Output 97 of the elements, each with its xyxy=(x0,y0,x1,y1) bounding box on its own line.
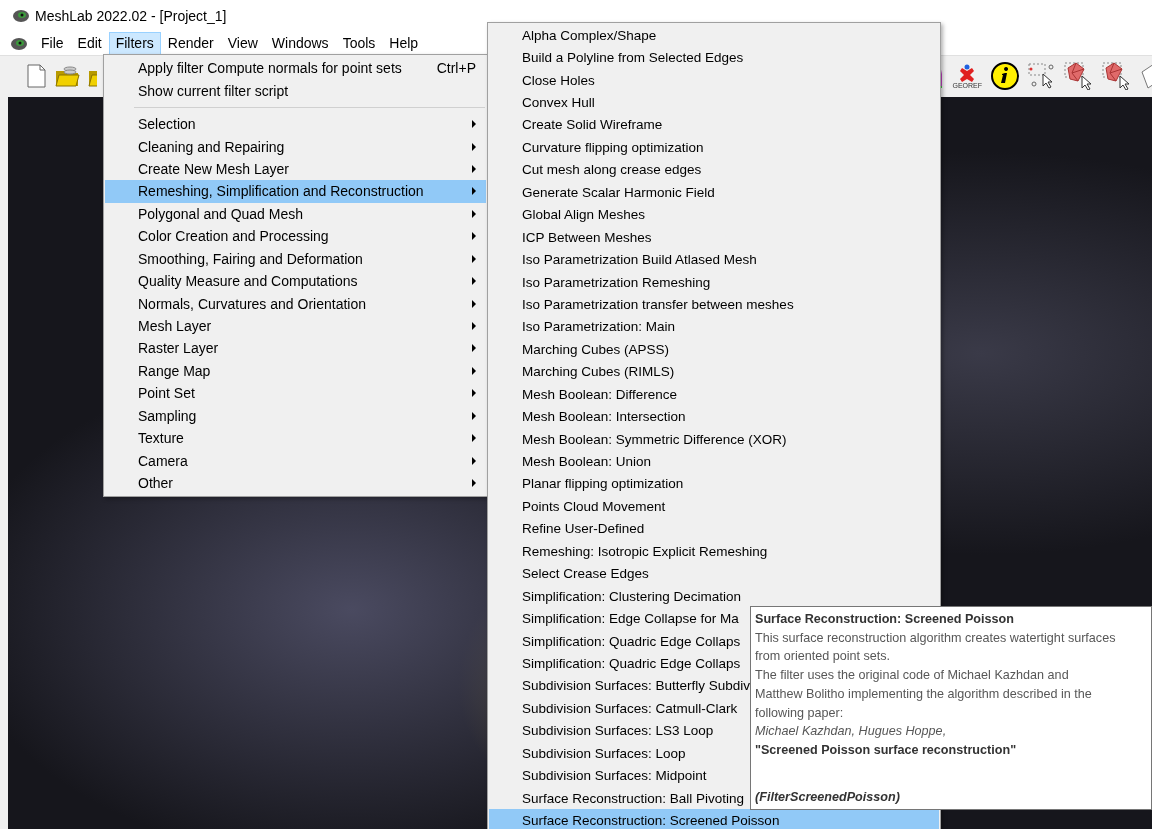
menu-item[interactable]: Tools xyxy=(335,32,383,55)
filter-menu-item[interactable]: Remeshing: Isotropic Explicit Remeshing xyxy=(489,540,778,563)
menu-item[interactable]: Help xyxy=(382,32,426,55)
menu-item[interactable]: View xyxy=(220,32,265,55)
select-faces-icon[interactable] xyxy=(1102,62,1132,90)
tooltip-filter-id: (FilterScreenedPoisson) xyxy=(755,789,900,804)
filter-menu-item[interactable]: Marching Cubes (APSS) xyxy=(489,338,680,361)
menu-command[interactable]: Show current filter script xyxy=(105,79,486,102)
submenu-arrow-icon xyxy=(472,209,476,218)
submenu-arrow-icon xyxy=(472,389,476,398)
filter-menu-item[interactable]: Iso Parametrization Build Atlased Mesh xyxy=(489,248,767,271)
filter-menu-item[interactable]: Subdivision Surfaces: Loop xyxy=(489,742,696,765)
tooltip-title: Surface Reconstruction: Screened Poisson xyxy=(755,612,1014,626)
filter-menu-item[interactable]: Subdivision Surfaces: LS3 Loop xyxy=(489,719,724,742)
submenu-item[interactable]: Selection xyxy=(105,112,486,136)
menu-item[interactable]: Windows xyxy=(264,32,336,55)
filter-menu-item[interactable]: Mesh Boolean: Symmetric Difference (XOR) xyxy=(489,427,797,451)
tooltip-text: following paper: xyxy=(755,705,844,720)
filter-menu-item[interactable]: Generate Scalar Harmonic Field xyxy=(489,181,725,204)
submenu-item[interactable]: Remeshing, Simplification and Reconstruction xyxy=(105,180,486,203)
submenu-arrow-icon xyxy=(472,164,476,173)
filter-menu-item[interactable]: Simplification: Quadric Edge Collaps xyxy=(489,652,751,675)
new-document-icon xyxy=(26,64,47,88)
filter-menu-item[interactable]: Iso Parametrization Remeshing xyxy=(489,270,721,294)
submenu-arrow-icon xyxy=(472,187,476,196)
submenu-item[interactable]: Raster Layer xyxy=(105,337,486,360)
menu-command[interactable]: Apply filter Compute normals for point sets Ctrl+P xyxy=(105,57,486,80)
submenu-item[interactable]: Normals, Curvatures and Orientation xyxy=(105,292,486,315)
submenu-arrow-icon xyxy=(472,434,476,443)
filter-menu-item[interactable]: Select Crease Edges xyxy=(489,562,659,585)
submenu-arrow-icon xyxy=(472,277,476,286)
submenu-item[interactable]: Polygonal and Quad Mesh xyxy=(105,202,486,226)
filter-menu-item[interactable]: Surface Reconstruction: Screened Poisson xyxy=(489,809,939,829)
submenu-item[interactable]: Quality Measure and Computations xyxy=(105,269,486,293)
menu-item[interactable]: Edit xyxy=(70,32,109,55)
menu-item[interactable]: File xyxy=(34,32,71,55)
submenu-item[interactable]: Mesh Layer xyxy=(105,314,486,338)
submenu-item[interactable]: Cleaning and Repairing xyxy=(105,135,486,158)
filter-menu-item[interactable]: Iso Parametrization: Main xyxy=(489,315,686,339)
submenu-item[interactable]: Camera xyxy=(105,449,486,472)
filter-menu-item[interactable]: Alpha Complex/Shape xyxy=(489,24,667,47)
submenu-arrow-icon xyxy=(472,254,476,263)
tooltip-text: The filter uses the original code of Michael Kazhdan and xyxy=(755,668,1069,683)
tooltip-authors: Michael Kazhdan, Hugues Hoppe, xyxy=(755,724,947,739)
filter-menu-item[interactable]: Simplification: Quadric Edge Collaps xyxy=(489,629,751,653)
submenu-arrow-icon xyxy=(472,299,476,308)
submenu-item[interactable]: Range Map xyxy=(105,359,486,383)
select-region-icon[interactable] xyxy=(1028,62,1056,90)
filter-menu-item[interactable]: Simplification: Clustering Decimation xyxy=(489,584,752,608)
submenu-item[interactable]: Create New Mesh Layer xyxy=(105,157,486,181)
cross-marker-icon xyxy=(958,62,977,82)
submenu-arrow-icon xyxy=(472,366,476,375)
filter-menu-item[interactable]: Mesh Boolean: Union xyxy=(489,450,662,473)
submenu-arrow-icon xyxy=(472,411,476,420)
submenu-arrow-icon xyxy=(472,120,476,129)
submenu-arrow-icon xyxy=(472,232,476,241)
window-title: MeshLab 2022.02 - [Project_1] xyxy=(35,8,227,24)
submenu-item[interactable]: Point Set xyxy=(105,382,486,405)
filter-menu-item[interactable]: Curvature flipping optimization xyxy=(489,136,714,159)
filter-menu-item[interactable]: Close Holes xyxy=(489,68,605,92)
filter-menu-item[interactable]: Create Solid Wireframe xyxy=(489,113,673,137)
filter-menu-item[interactable]: Subdivision Surfaces: Midpoint xyxy=(489,764,717,787)
filter-menu-item[interactable]: Subdivision Surfaces: Catmull-Clark xyxy=(489,697,748,720)
filter-menu-item[interactable]: Iso Parametrization transfer between meshes xyxy=(489,293,804,316)
filter-menu-item[interactable]: Simplification: Edge Collapse for Ma xyxy=(489,607,749,630)
filter-menu-item[interactable]: ICP Between Meshes xyxy=(489,225,662,249)
submenu-arrow-icon xyxy=(472,322,476,331)
select-faces-icon[interactable] xyxy=(1064,62,1094,90)
filter-menu-item[interactable]: Mesh Boolean: Difference xyxy=(489,383,688,406)
filter-menu-item[interactable]: Surface Reconstruction: Ball Pivoting xyxy=(489,786,755,810)
menu-item[interactable]: Filters xyxy=(108,32,161,55)
filter-menu-item[interactable]: Cut mesh along crease edges xyxy=(489,158,712,182)
submenu-item[interactable]: Sampling xyxy=(105,404,486,427)
submenu-arrow-icon xyxy=(472,479,476,488)
tooltip-text: Matthew Bolitho implementing the algorithm described in the xyxy=(755,686,1092,701)
filter-menu-item[interactable]: Global Align Meshes xyxy=(489,203,656,226)
submenu-arrow-icon xyxy=(472,344,476,353)
submenu-arrow-icon xyxy=(472,456,476,465)
submenu-item[interactable]: Color Creation and Processing xyxy=(105,225,486,248)
tooltip-text: from oriented point sets. xyxy=(755,649,891,664)
app-logo-icon xyxy=(12,7,30,25)
info-icon[interactable] xyxy=(990,61,1020,91)
filter-menu-item[interactable]: Points Cloud Movement xyxy=(489,495,676,518)
filter-menu-item[interactable]: Refine User-Defined xyxy=(489,517,655,541)
folder-icon xyxy=(55,64,80,88)
tooltip-paper-title: "Screened Poisson surface reconstruction" xyxy=(755,742,1017,757)
menu-item[interactable]: Render xyxy=(160,32,221,55)
submenu-item[interactable]: Smoothing, Fairing and Deformation xyxy=(105,247,486,270)
submenu-item[interactable]: Texture xyxy=(105,427,486,450)
submenu-arrow-icon xyxy=(472,142,476,151)
filter-menu-item[interactable]: Build a Polyline from Selected Edges xyxy=(489,46,754,69)
filter-menu-item[interactable]: Planar flipping optimization xyxy=(489,472,694,496)
tooltip-text: This surface reconstruction algorithm creates watertight surfaces xyxy=(755,630,1116,645)
filter-menu-item[interactable]: Mesh Boolean: Intersection xyxy=(489,405,696,428)
filter-menu-item[interactable]: Convex Hull xyxy=(489,91,605,114)
submenu-item[interactable]: Other xyxy=(105,471,486,495)
filter-menu-item[interactable]: Marching Cubes (RIMLS) xyxy=(489,360,685,383)
